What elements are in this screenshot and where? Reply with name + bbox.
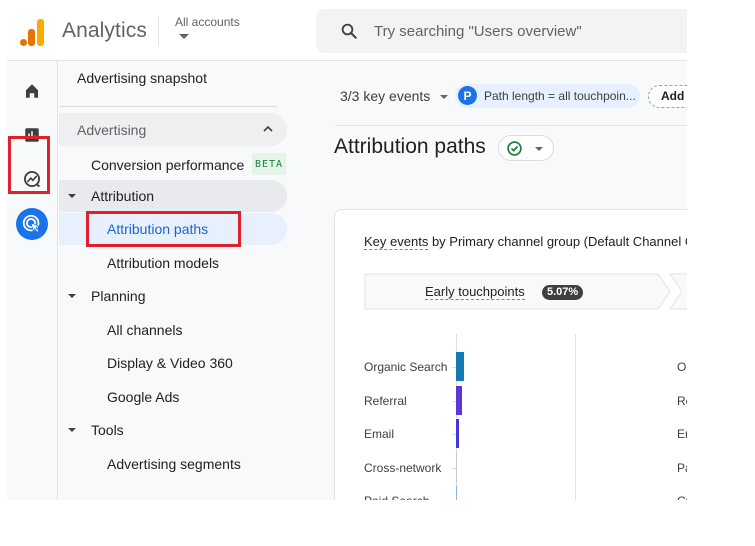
header-divider: [158, 16, 159, 46]
chart-bar[interactable]: [456, 419, 459, 448]
search-bar[interactable]: [316, 9, 687, 53]
account-caret-icon[interactable]: [179, 34, 189, 39]
chart-bar[interactable]: [456, 385, 462, 415]
chart-category-label: Referral: [364, 393, 407, 408]
top-header: Analytics All accounts: [7, 0, 687, 61]
search-input[interactable]: [374, 9, 684, 53]
card-title-rest: by Primary channel group (Default Channe…: [431, 234, 687, 249]
caret-down-icon: [68, 194, 76, 198]
nav-section-label: Advertising: [77, 122, 147, 138]
app-title: Analytics: [62, 19, 147, 42]
chevron-up-icon: [263, 125, 273, 132]
nav-divider: [59, 106, 277, 107]
chart-bar[interactable]: [456, 352, 464, 381]
nav-item-advertising-segments[interactable]: Advertising segments: [107, 456, 241, 472]
column-divider: [575, 334, 576, 500]
chip-letter-icon: P: [458, 86, 477, 105]
attribution-paths-card: Key events by Primary channel group (Def…: [334, 209, 687, 500]
chart-category-label: Cross-network: [364, 460, 442, 475]
nav-item-google-ads[interactable]: Google Ads: [107, 389, 179, 405]
next-stage-category-label: Or: [677, 360, 687, 374]
main-content: 3/3 key events P Path length = all touch…: [294, 61, 687, 500]
nav-group-planning[interactable]: Planning: [91, 288, 146, 304]
advertising-icon[interactable]: [16, 208, 48, 240]
next-stage-category-label: Em: [677, 427, 687, 441]
app-viewport: Analytics All accounts Advertising snaps…: [7, 0, 687, 500]
page-title: Attribution paths: [334, 135, 486, 158]
side-navigation: Advertising snapshot Advertising Convers…: [59, 61, 294, 500]
nav-section-advertising[interactable]: Advertising: [59, 113, 287, 146]
chart-bar[interactable]: [456, 486, 457, 500]
next-stage-category-label: Cr: [677, 494, 687, 500]
nav-item-display-video-360[interactable]: Display & Video 360: [107, 355, 233, 371]
highlight-box-nav: [86, 211, 241, 247]
highlight-box-rail: [8, 136, 50, 194]
nav-item-conversion-performance[interactable]: Conversion performance: [91, 157, 244, 173]
card-title: Key events by Primary channel group (Def…: [364, 234, 687, 250]
caret-down-icon[interactable]: [68, 428, 76, 432]
stage-early-touchpoints[interactable]: Early touchpoints: [425, 284, 525, 300]
stage-header: [364, 273, 687, 310]
nav-item-all-channels[interactable]: All channels: [107, 322, 183, 338]
caret-down-icon: [535, 147, 543, 151]
chip-text: Path length = all touchpoin...: [484, 89, 636, 103]
report-status-menu[interactable]: [498, 135, 554, 161]
key-events-selector[interactable]: 3/3 key events: [340, 88, 430, 104]
home-icon[interactable]: [20, 79, 44, 103]
chart-category-label: Paid Search: [364, 494, 429, 500]
nav-group-attribution[interactable]: Attribution: [59, 180, 287, 212]
filter-chip-path-length[interactable]: P Path length = all touchpoin...: [455, 84, 640, 108]
analytics-logo-icon: [20, 18, 46, 46]
filter-divider: [335, 125, 687, 126]
stage-percent-badge: 5.07%: [542, 285, 584, 300]
chart-bar[interactable]: [456, 452, 457, 482]
key-events-metric-link[interactable]: Key events: [364, 234, 429, 250]
search-icon: [341, 23, 357, 39]
chart-category-label: Email: [364, 427, 395, 441]
icon-rail: [7, 61, 58, 500]
key-events-caret-icon[interactable]: [440, 95, 448, 99]
nav-item-attribution-models[interactable]: Attribution models: [107, 255, 219, 271]
check-circle-icon: [507, 141, 522, 156]
caret-down-icon[interactable]: [68, 294, 76, 298]
next-stage-category-label: Re: [677, 393, 687, 408]
nav-advertising-snapshot[interactable]: Advertising snapshot: [77, 70, 207, 86]
beta-badge: BETA: [252, 153, 286, 175]
nav-group-label: Attribution: [91, 188, 155, 204]
add-filter-button[interactable]: Add filter: [648, 85, 687, 108]
account-selector[interactable]: All accounts: [175, 15, 240, 29]
chart-category-label: Organic Search: [364, 360, 448, 374]
next-stage-category-label: Pa: [677, 460, 687, 475]
nav-group-tools[interactable]: Tools: [91, 422, 124, 438]
